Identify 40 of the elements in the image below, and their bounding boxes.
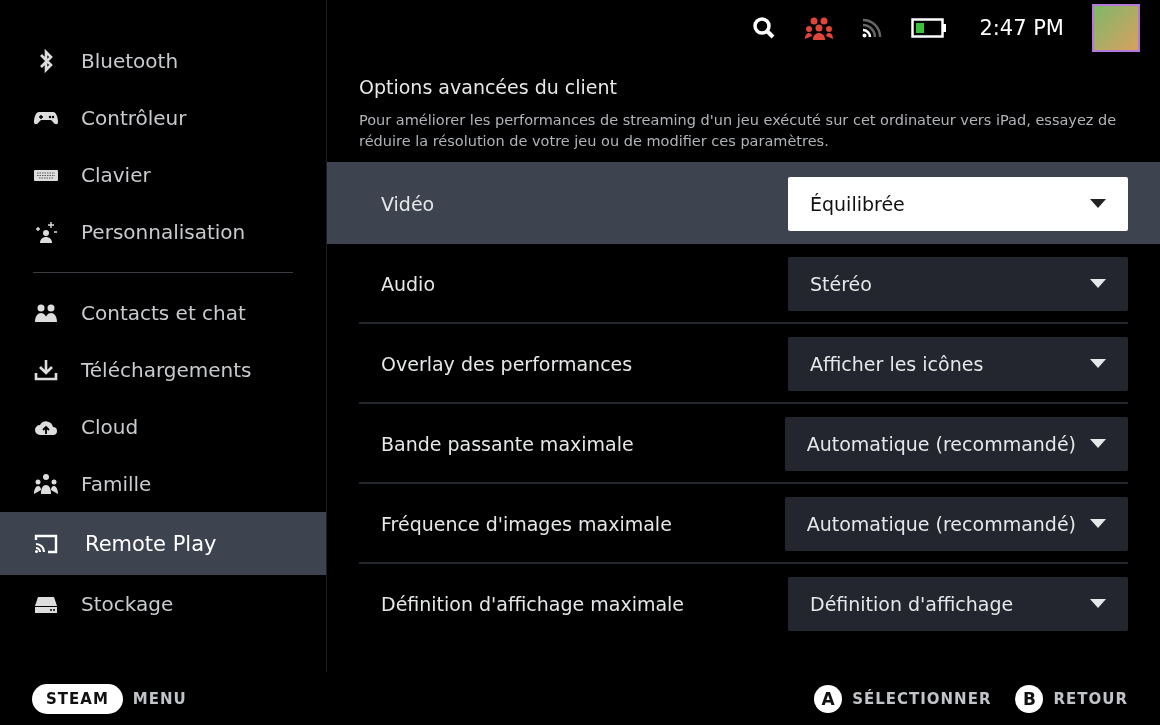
sidebar-item[interactable]: Stockage	[0, 575, 326, 632]
menu-label: MENU	[132, 689, 187, 708]
sidebar-item[interactable]: Clavier	[0, 146, 326, 203]
steam-button[interactable]: STEAM	[32, 683, 123, 714]
clock: 2:47 PM	[979, 16, 1064, 40]
signal-icon[interactable]	[861, 17, 884, 39]
sidebar-item[interactable]: Téléchargements	[0, 341, 326, 398]
setting-label: Audio	[381, 273, 435, 295]
sidebar-item[interactable]: Bluetooth	[0, 32, 326, 89]
friends-icon[interactable]	[805, 15, 834, 41]
hint-label: RETOUR	[1053, 689, 1128, 708]
section-description: Pour améliorer les performances de streaming d'un jeu exécuté sur cet ordinateur vers iPad, essayez de réduire la résolution de votre jeu ou de modifier ces paramètres.	[359, 111, 1118, 151]
caret-icon	[1090, 599, 1106, 609]
setting-label: Définition d'affichage maximale	[381, 593, 685, 615]
sidebar-item[interactable]: Personnalisation	[0, 203, 326, 260]
sidebar-item[interactable]: Remote Play	[0, 512, 326, 575]
sidebar-item[interactable]: Cloud	[0, 398, 326, 455]
button-glyph: B	[1015, 684, 1044, 713]
section-title: Options avancées du client	[359, 76, 618, 98]
caret-icon	[1090, 359, 1106, 369]
caret-icon	[1090, 519, 1106, 529]
setting-label: Fréquence d'images maximale	[381, 513, 672, 535]
dropdown[interactable]: Définition d'affichage	[788, 577, 1128, 631]
battery-icon[interactable]	[911, 17, 948, 39]
dropdown[interactable]: Afficher les icônes	[788, 337, 1128, 391]
caret-icon	[1090, 439, 1106, 449]
setting-label: Overlay des performances	[381, 353, 633, 375]
dropdown[interactable]: Automatique (recommandé)	[784, 417, 1128, 471]
sidebar-item[interactable]: Famille	[0, 455, 326, 512]
dropdown[interactable]: Stéréo	[788, 257, 1128, 311]
hint-label: SÉLECTIONNER	[852, 689, 992, 708]
caret-icon	[1090, 199, 1106, 209]
button-glyph: A	[814, 684, 843, 713]
caret-icon	[1090, 279, 1106, 289]
sidebar-item[interactable]: Contrôleur	[0, 89, 326, 146]
setting-label: Bande passante maximale	[381, 433, 634, 455]
setting-label: Vidéo	[381, 193, 435, 215]
sidebar-item[interactable]: Contacts et chat	[0, 284, 326, 341]
dropdown[interactable]: Équilibrée	[788, 177, 1128, 231]
dropdown[interactable]: Automatique (recommandé)	[784, 497, 1128, 551]
